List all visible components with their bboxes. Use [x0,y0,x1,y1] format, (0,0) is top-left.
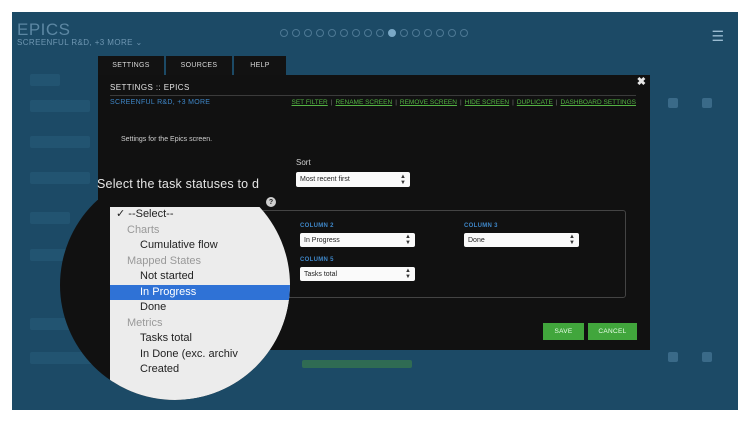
dropdown-option-text: Done [140,301,167,313]
divider [110,95,636,96]
pager-dot[interactable] [424,29,432,37]
modal-subtitle: SCREENFUL R&D, +3 MORE [110,99,211,106]
sort-label: Sort [296,158,311,167]
hide-screen-link[interactable]: HIDE SCREEN [465,99,509,106]
select-arrow-icon: ▲ ▼ [405,268,411,280]
dropdown-option-text: In Progress [140,285,197,298]
bg-icon [702,352,712,362]
screen-actions: SET FILTER | RENAME SCREEN | REMOVE SCREEN… [291,99,636,106]
column-5-select[interactable]: Tasks total ▲ ▼ [300,267,415,281]
bg-icon [668,98,678,108]
column-5-label: COLUMN 5 [300,257,334,263]
pager-dot[interactable] [460,29,468,37]
column-3-label: COLUMN 3 [464,223,498,229]
dropdown-option-text: Created [140,363,180,375]
dropdown-group-label: Mapped States [110,254,290,270]
status-dropdown[interactable]: ✓ --Select-- Charts Cumulative flow Mapped … [110,207,290,400]
column-2-value: In Progress [304,236,340,244]
magnifier-lens: ✓ --Select-- Charts Cumulative flow Mapped … [60,200,290,400]
column-2-label: COLUMN 2 [300,223,334,229]
select-arrow-icon: ▲ ▼ [405,234,411,246]
dropdown-option-text: Charts [127,223,160,236]
dropdown-option[interactable]: Created [110,362,290,378]
duplicate-link[interactable]: DUPLICATE [517,99,553,106]
dropdown-option-text: In Done (exc. archiv [140,347,238,360]
dropdown-option[interactable]: In Done (exc. archiv [110,347,290,363]
dropdown-option[interactable]: Done [110,300,290,316]
pager-dot[interactable] [364,29,372,37]
task-statuses-label: Select the task statuses to d [97,177,260,191]
dropdown-group-label: Metrics [110,316,290,332]
bg-icon [668,352,678,362]
pager-dot[interactable] [436,29,444,37]
pager-dot[interactable] [412,29,420,37]
select-arrow-icon: ▲ ▼ [400,173,406,186]
dropdown-option-text: --Select-- [128,208,174,220]
save-button[interactable]: SAVE [543,323,584,340]
dropdown-option-text: Tasks total [140,332,192,344]
pager-dot[interactable] [400,29,408,37]
column-3-value: Done [468,236,485,244]
dropdown-option-text: Not started [140,270,194,282]
app-title: EPICS [17,20,71,39]
dropdown-option[interactable]: Cumulative flow [110,238,290,254]
bg-row [30,74,60,86]
cancel-button[interactable]: CANCEL [588,323,637,340]
tab-help[interactable]: HELP [234,56,286,75]
dropdown-group-label: Charts [110,223,290,239]
dropdown-option[interactable]: In Progress [110,284,290,300]
dropdown-option[interactable]: Not started [110,269,290,285]
column-3-select[interactable]: Done ▲ ▼ [464,233,579,247]
dropdown-option-text: Cumulative flow [140,239,218,251]
pager-dot[interactable] [328,29,336,37]
select-arrow-icon: ▲ ▼ [569,234,575,246]
pager-dot[interactable] [352,29,360,37]
close-icon[interactable]: ✖ [637,75,646,88]
rename-screen-link[interactable]: RENAME SCREEN [335,99,392,106]
checkmark-icon: ✓ [116,208,129,220]
sort-select[interactable]: Most recent first ▲ ▼ [296,172,410,187]
pager-dot[interactable] [280,29,288,37]
set-filter-link[interactable]: SET FILTER [292,99,328,106]
bg-icon [702,98,712,108]
dropdown-option-text: Metrics [127,316,163,329]
column-5-value: Tasks total [304,270,338,278]
dashboard-settings-link[interactable]: DASHBOARD SETTINGS [561,99,636,106]
app-subtitle[interactable]: SCREENFUL R&D, +3 MORE ⌄ [17,38,143,47]
screen-pager[interactable] [280,29,468,37]
pager-dot[interactable] [316,29,324,37]
sort-select-value: Most recent first [300,176,350,183]
dropdown-option-text: Mapped States [127,254,201,267]
pager-dot[interactable] [340,29,348,37]
pager-dot[interactable] [388,29,396,37]
remove-screen-link[interactable]: REMOVE SCREEN [400,99,457,106]
bg-row [30,100,90,112]
pager-dot[interactable] [448,29,456,37]
settings-tabs: SETTINGS SOURCES HELP [98,56,288,75]
dropdown-option[interactable]: Tasks total [110,331,290,347]
bg-progress-bar [302,360,412,368]
bg-row [30,136,90,148]
bg-row [30,172,90,184]
column-2-select[interactable]: In Progress ▲ ▼ [300,233,415,247]
tab-sources[interactable]: SOURCES [166,56,232,75]
hamburger-menu-icon[interactable]: ☰ [711,28,724,45]
dropdown-option[interactable]: ✓ --Select-- [110,207,290,223]
modal-description: Settings for the Epics screen. [121,136,213,143]
magnifier-circle: ✓ --Select-- Charts Cumulative flow Mapped … [60,200,290,400]
tab-settings[interactable]: SETTINGS [98,56,164,75]
pager-dot[interactable] [304,29,312,37]
modal-title: SETTINGS :: EPICS [110,83,190,92]
pager-dot[interactable] [376,29,384,37]
pager-dot[interactable] [292,29,300,37]
